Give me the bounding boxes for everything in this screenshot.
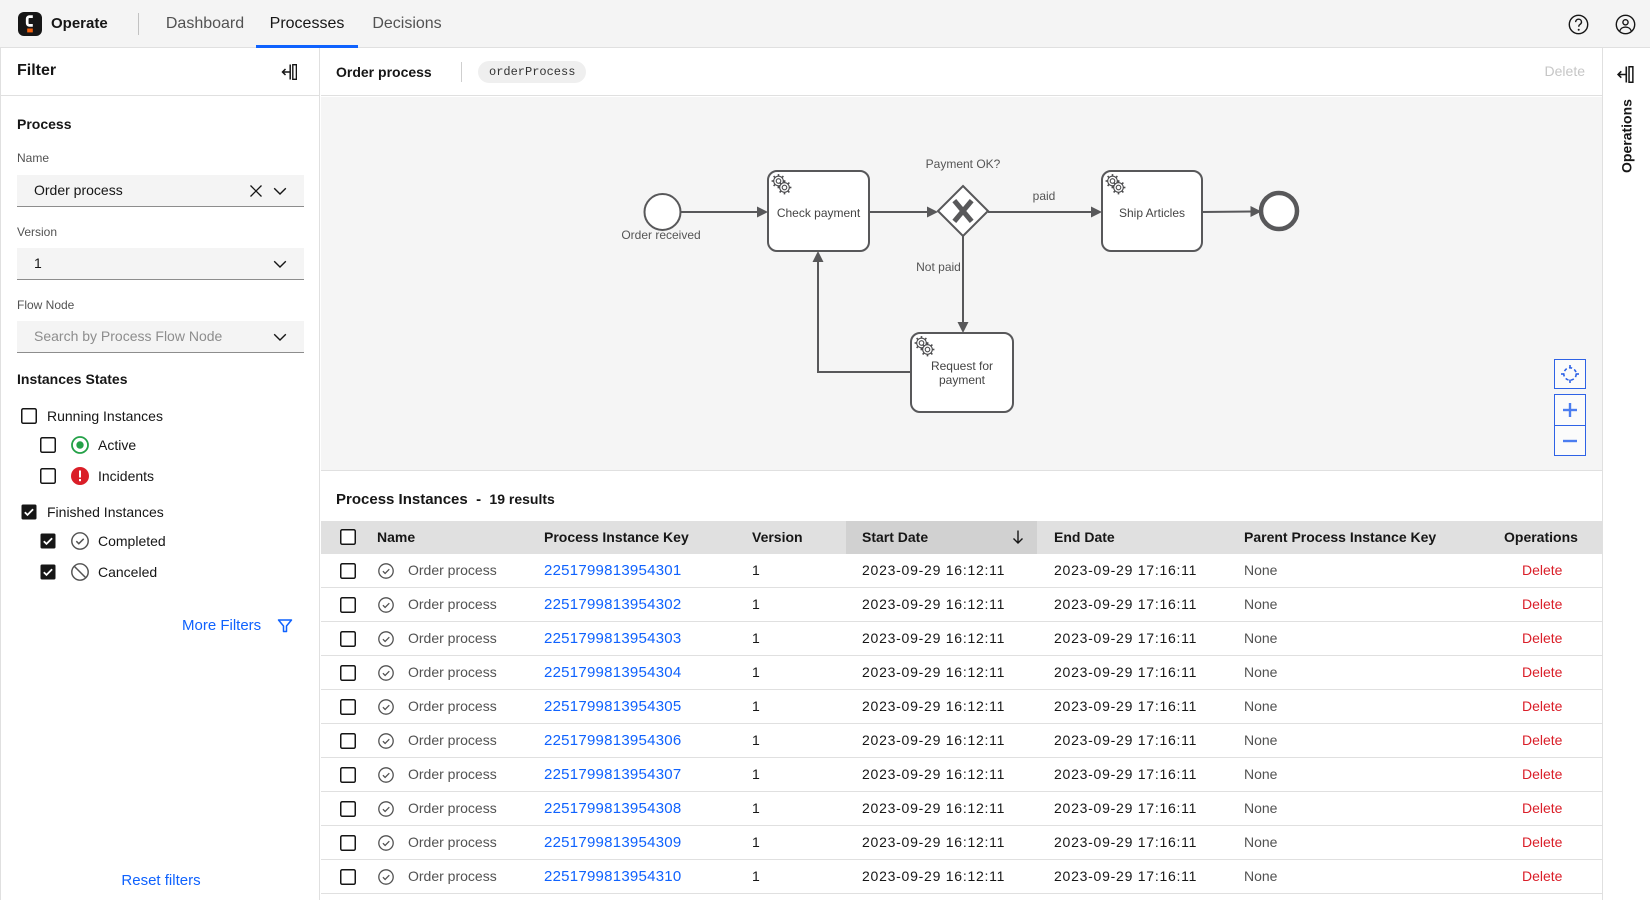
svg-text:Check payment: Check payment xyxy=(777,206,861,220)
svg-text:payment: payment xyxy=(939,373,986,387)
svg-text:Request for: Request for xyxy=(931,359,993,373)
svg-text:Ship Articles: Ship Articles xyxy=(1119,206,1185,220)
svg-text:Payment OK?: Payment OK? xyxy=(926,157,1001,171)
svg-text:Order received: Order received xyxy=(621,228,700,242)
svg-text:paid: paid xyxy=(1033,189,1056,203)
svg-text:Not paid: Not paid xyxy=(916,260,961,274)
